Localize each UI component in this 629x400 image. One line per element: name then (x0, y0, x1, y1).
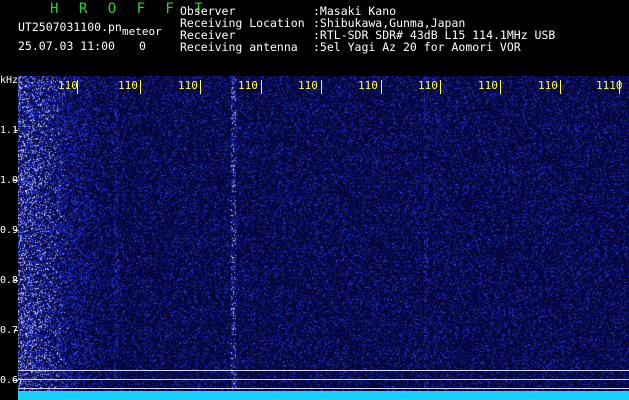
count-value: 0 (139, 39, 146, 53)
y-tick-mark (14, 230, 18, 231)
time-tick-label: 110 (418, 79, 438, 92)
time-tick-mark (381, 80, 382, 94)
y-tick-label: 0.9 (0, 225, 19, 236)
frequency-unit-label: kHz (0, 75, 19, 86)
y-tick-label: 1.0 (0, 175, 19, 186)
y-tick-mark (14, 280, 18, 281)
y-tick-mark (14, 380, 18, 381)
antenna-label: Receiving antenna (180, 40, 298, 54)
reference-line (18, 370, 629, 371)
time-tick-mark (500, 80, 501, 94)
time-tick-label: 110 (178, 79, 198, 92)
time-tick-mark (261, 80, 262, 94)
time-tick-mark (560, 80, 561, 94)
time-tick-label: 110 (358, 79, 378, 92)
waterfall-canvas (18, 76, 629, 400)
time-tick-mark (77, 80, 78, 94)
time-tick-label: 110 (298, 79, 318, 92)
y-tick-mark (14, 330, 18, 331)
time-tick-mark (440, 80, 441, 94)
waterfall-spectrogram (18, 76, 629, 400)
mode-label: meteor (122, 25, 162, 38)
y-tick-label: 0.6 (0, 375, 19, 386)
time-tick-label: 110 (538, 79, 558, 92)
y-tick-mark (14, 130, 18, 131)
time-tick-label: 110 (478, 79, 498, 92)
reference-line (18, 388, 629, 389)
image-filename: UT2507031100.pn (18, 20, 122, 34)
header-panel: H R O F F T UT2507031100.pn meteor 25.07… (0, 0, 629, 76)
time-tick-mark (619, 80, 620, 94)
antenna-value: :5el Yagi Az 20 for Aomori VOR (313, 40, 521, 54)
y-tick-label: 0.7 (0, 325, 19, 336)
y-tick-label: 0.8 (0, 275, 19, 286)
time-tick-mark (200, 80, 201, 94)
timestamp: 25.07.03 11:00 (18, 39, 115, 53)
time-tick-mark (321, 80, 322, 94)
frequency-axis: kHz 1.1 1.0 0.9 0.8 0.7 0.6 (0, 76, 18, 400)
y-tick-label: 1.1 (0, 125, 19, 136)
noise-floor-band (18, 391, 629, 400)
reference-line (18, 379, 629, 380)
time-tick-label: 110 (58, 79, 78, 92)
time-tick-mark (140, 80, 141, 94)
time-tick-label: 110 (118, 79, 138, 92)
y-tick-mark (14, 180, 18, 181)
time-tick-label: 110 (238, 79, 258, 92)
